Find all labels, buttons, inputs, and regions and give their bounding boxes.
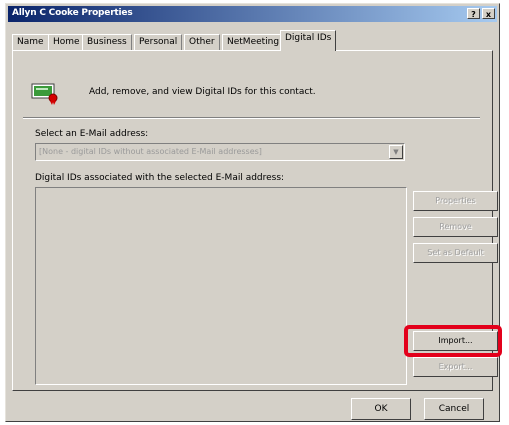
remove-button[interactable]: Remove	[413, 217, 498, 237]
tab-netmeeting[interactable]: NetMeeting	[222, 34, 285, 50]
tab-name[interactable]: Name	[12, 34, 49, 50]
set-as-default-button[interactable]: Set as Default	[413, 243, 498, 263]
intro-text: Add, remove, and view Digital IDs for th…	[89, 87, 316, 97]
window-title: Allyn C Cooke Properties	[12, 8, 133, 18]
close-button[interactable]: x	[482, 8, 495, 19]
digital-ids-list[interactable]	[35, 187, 407, 385]
tab-business[interactable]: Business	[82, 34, 132, 50]
email-address-dropdown-value: [None - digital IDs without associated E…	[39, 147, 262, 156]
email-address-dropdown[interactable]: [None - digital IDs without associated E…	[35, 143, 405, 161]
cancel-button[interactable]: Cancel	[424, 398, 484, 420]
tab-other[interactable]: Other	[184, 34, 220, 50]
tab-personal[interactable]: Personal	[134, 34, 183, 50]
tab-home[interactable]: Home	[48, 34, 85, 50]
digital-ids-list-label: Digital IDs associated with the selected…	[35, 173, 285, 183]
properties-button[interactable]: Properties	[413, 191, 498, 211]
import-highlight-box	[404, 325, 502, 357]
properties-dialog: Allyn C Cooke Properties ? x Name Home B…	[5, 3, 502, 422]
title-bar[interactable]: Allyn C Cooke Properties ? x	[8, 6, 497, 22]
chevron-down-icon[interactable]: ▼	[389, 145, 403, 159]
tab-digital-ids[interactable]: Digital IDs	[280, 30, 337, 51]
digital-id-certificate-icon	[31, 83, 58, 105]
select-email-label: Select an E-Mail address:	[35, 129, 149, 139]
help-button[interactable]: ?	[467, 8, 480, 19]
export-button[interactable]: Export...	[413, 357, 498, 377]
separator	[23, 117, 480, 119]
ok-button[interactable]: OK	[351, 398, 411, 420]
